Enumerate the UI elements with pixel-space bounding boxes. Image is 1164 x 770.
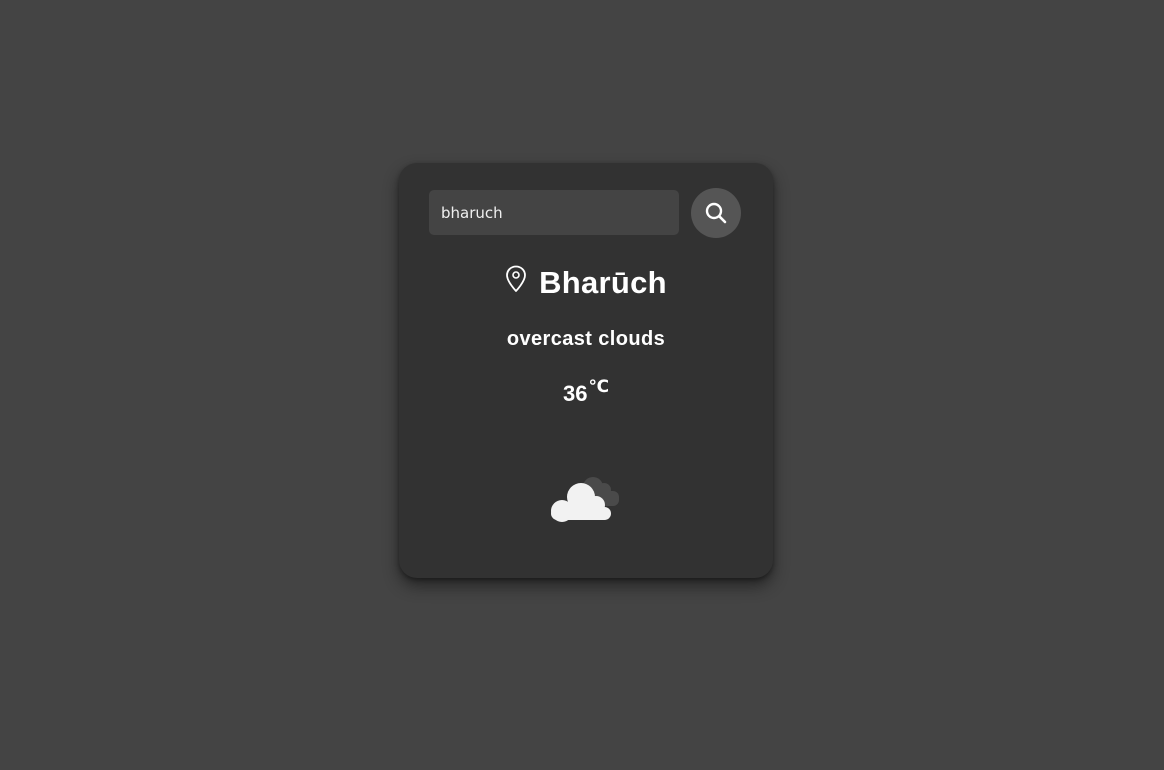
temperature-value: 36: [562, 381, 588, 406]
temperature-unit: ℃: [588, 377, 610, 396]
temperature: 36℃: [399, 377, 773, 407]
search-input[interactable]: [429, 190, 679, 235]
weather-card: Bharūch overcast clouds 36℃: [399, 163, 773, 578]
overcast-clouds-icon: [551, 477, 619, 522]
map-pin-icon: [506, 265, 526, 292]
search-button[interactable]: [691, 188, 741, 238]
location: Bharūch: [399, 263, 773, 303]
city-name: Bharūch: [539, 265, 667, 300]
search-icon: [705, 202, 727, 224]
weather-description: overcast clouds: [506, 328, 666, 350]
